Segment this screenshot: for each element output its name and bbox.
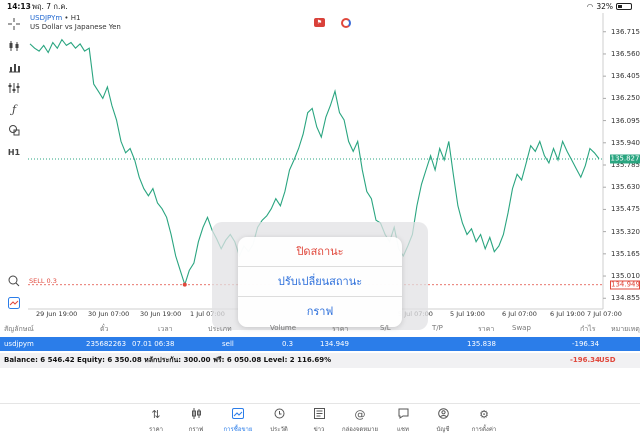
price-tick-label: 136.560 xyxy=(611,49,640,58)
account-icon xyxy=(423,408,463,422)
status-date: พฤ. 7 ก.ค. xyxy=(32,2,68,11)
header-time: เวลา xyxy=(158,325,173,333)
nav-chat[interactable]: แชท xyxy=(383,408,423,434)
row-time: 07.01 06:38 xyxy=(132,340,175,348)
mail-icon: @ xyxy=(354,408,366,421)
header-volume: Volume xyxy=(270,324,297,332)
row-current-price: 135.838 xyxy=(467,340,496,348)
nav-quotes-label: ราคา xyxy=(149,426,163,433)
battery-icon xyxy=(616,3,632,10)
row-price: 134.949 xyxy=(320,340,349,348)
row-profit: -196.34 xyxy=(572,340,600,348)
settings-sliders-icon[interactable] xyxy=(5,79,23,97)
header-price: ราคา xyxy=(332,325,349,333)
price-tick-label: 135.010 xyxy=(611,272,640,281)
profit-currency: USD xyxy=(599,356,616,364)
header-sl: S/L xyxy=(380,324,391,332)
shapes-icon[interactable] xyxy=(5,121,23,139)
chart-button[interactable]: กราฟ xyxy=(238,297,402,327)
nav-mailbox-label: กล่องจดหมาย xyxy=(341,426,379,433)
nav-news-label: ข่าว xyxy=(313,426,325,433)
time-tick-label: 5 Jul 19:00 xyxy=(450,310,485,318)
quotes-icon: ⇅ xyxy=(151,408,161,421)
nav-account-label: บัญชี xyxy=(436,426,450,433)
nav-mailbox[interactable]: @ กล่องจดหมาย xyxy=(340,408,380,434)
close-position-button[interactable]: ปิดสถานะ xyxy=(238,237,402,267)
row-ticket: 235682263 xyxy=(86,340,127,348)
time-tick-label: 29 Jun 19:00 xyxy=(36,310,78,318)
history-icon xyxy=(259,408,299,422)
balance-row: Balance: 6 546.42 Equity: 6 350.08 หลักป… xyxy=(0,353,640,368)
header-current-price: ราคา xyxy=(478,325,495,333)
crosshair-icon[interactable] xyxy=(5,15,23,33)
nav-news[interactable]: ข่าว xyxy=(299,408,339,434)
nav-quotes[interactable]: ⇅ ราคา xyxy=(136,408,176,434)
price-tick-label: 135.940 xyxy=(611,138,640,147)
row-type: sell xyxy=(222,340,234,348)
wifi-icon: ◠ xyxy=(586,2,594,11)
nav-account[interactable]: บัญชี xyxy=(423,408,463,434)
row-symbol: usdjpym xyxy=(4,340,34,348)
trade-icon xyxy=(218,408,258,422)
zoom-icon[interactable] xyxy=(5,272,23,290)
chart-type-icon[interactable] xyxy=(5,37,23,55)
nav-trade[interactable]: การซื้อขาย xyxy=(218,408,258,434)
indicators-icon[interactable] xyxy=(5,58,23,76)
sell-entry-marker xyxy=(182,282,187,287)
time-tick-label: 7 Jul 07:00 xyxy=(587,310,622,318)
total-profit: -196.34 xyxy=(570,356,600,364)
header-type: ประเภท xyxy=(208,325,232,333)
nav-history-label: ประวัติ xyxy=(270,426,288,433)
modify-position-button[interactable]: ปรับเปลี่ยนสถานะ xyxy=(238,267,402,297)
news-icon xyxy=(299,408,339,422)
header-comment: หมายเหตุ xyxy=(611,325,640,333)
sell-price-label: 134.949 xyxy=(610,280,640,290)
position-row[interactable]: usdjpym 235682263 07.01 06:38 sell 0.3 1… xyxy=(0,337,640,351)
price-tick-label: 136.405 xyxy=(611,72,640,81)
nav-settings[interactable]: ⚙ การตั้งค่า xyxy=(464,408,504,434)
function-icon[interactable]: ƒ xyxy=(5,100,23,118)
price-tick-label: 136.250 xyxy=(611,94,640,103)
price-tick-label: 135.320 xyxy=(611,227,640,236)
time-tick-label: 30 Jun 07:00 xyxy=(88,310,130,318)
bottom-nav: ⇅ ราคา กราฟ การซื้อขาย ประวัติ ข่าว @ กล… xyxy=(0,403,640,447)
settings-icon: ⚙ xyxy=(479,408,489,421)
status-time: 14:13 xyxy=(7,2,31,11)
position-action-menu: ปิดสถานะ ปรับเปลี่ยนสถานะ กราฟ xyxy=(238,237,402,327)
chart-toolbar: ƒ H1 xyxy=(0,13,28,323)
chat-icon xyxy=(383,408,423,422)
time-tick-label: 30 Jun 19:00 xyxy=(140,310,182,318)
trade-buttons-icon[interactable] xyxy=(5,294,23,312)
nav-trade-label: การซื้อขาย xyxy=(223,426,253,433)
app-root: 14:13 พฤ. 7 ก.ค. ◠ 32% ƒ H1 USDJPYm • H1… xyxy=(0,0,640,447)
header-swap: Swap xyxy=(512,324,531,332)
price-tick-label: 135.475 xyxy=(611,205,640,214)
time-tick-label: 6 Jul 19:00 xyxy=(550,310,585,318)
sell-position-label: SELL 0.3 xyxy=(29,276,57,285)
positions-header: สัญลักษณ์ ตั๋ว เวลา ประเภท Volume ราคา S… xyxy=(0,324,640,336)
time-tick-label: 6 Jul 07:00 xyxy=(502,310,537,318)
price-tick-label: 136.095 xyxy=(611,116,640,125)
nav-settings-label: การตั้งค่า xyxy=(471,426,497,433)
price-tick-label: 135.630 xyxy=(611,183,640,192)
battery-percent: 32% xyxy=(596,2,613,11)
price-tick-label: 134.855 xyxy=(611,294,640,303)
price-tick-label: 135.165 xyxy=(611,249,640,258)
row-volume: 0.3 xyxy=(282,340,294,348)
current-price-label: 135.827 xyxy=(610,154,640,164)
balance-summary: Balance: 6 546.42 Equity: 6 350.08 หลักป… xyxy=(4,356,332,364)
status-right: ◠ 32% xyxy=(587,0,632,13)
status-bar: 14:13 พฤ. 7 ก.ค. ◠ 32% xyxy=(0,0,640,13)
header-ticket: ตั๋ว xyxy=(100,325,109,333)
nav-history[interactable]: ประวัติ xyxy=(259,408,299,434)
nav-chat-label: แชท xyxy=(397,426,409,433)
nav-chart[interactable]: กราฟ xyxy=(176,408,216,434)
candles-icon xyxy=(176,408,216,422)
timeframe-button[interactable]: H1 xyxy=(5,143,23,161)
price-tick-label: 136.715 xyxy=(611,27,640,36)
nav-chart-label: กราฟ xyxy=(188,426,204,433)
header-profit: กำไร xyxy=(580,325,596,333)
header-tp: T/P xyxy=(432,324,443,332)
header-symbol: สัญลักษณ์ xyxy=(4,325,34,333)
